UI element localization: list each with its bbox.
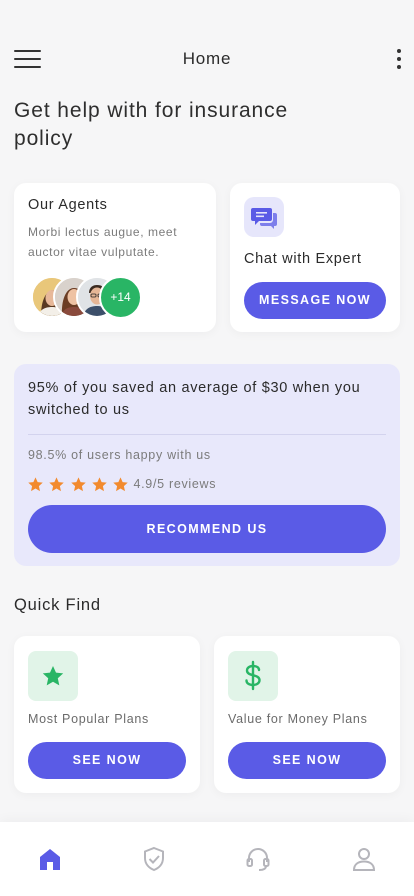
- star-icon: [28, 476, 43, 491]
- chat-bubbles-icon: [244, 197, 284, 237]
- more-vertical-icon[interactable]: [394, 47, 404, 71]
- star-icon: [49, 476, 65, 491]
- divider: [28, 434, 386, 435]
- agents-card[interactable]: Our Agents Morbi lectus augue, meet auct…: [14, 183, 216, 332]
- rating-stars: 4.9/5 reviews: [27, 475, 216, 493]
- value-plans-label: Value for Money Plans: [228, 712, 368, 726]
- bottom-navigation: [0, 822, 414, 896]
- page-headline: Get help with for insurance policy: [14, 99, 289, 150]
- shield-check-icon[interactable]: [141, 846, 167, 872]
- dollar-icon: [228, 651, 278, 701]
- value-plans-card: Value for Money Plans SEE NOW: [214, 636, 400, 793]
- popular-plans-card: Most Popular Plans SEE NOW: [14, 636, 200, 793]
- headset-icon[interactable]: [245, 846, 271, 872]
- star-icon: [70, 476, 86, 491]
- happy-users-text: 98.5% of users happy with us: [28, 448, 211, 462]
- star-icon: [113, 476, 128, 491]
- see-now-button[interactable]: SEE NOW: [28, 742, 186, 779]
- star-icon: [92, 476, 107, 491]
- savings-headline: 95% of you saved an average of $30 when …: [28, 380, 361, 418]
- agents-title: Our Agents: [28, 197, 108, 213]
- home-icon[interactable]: [37, 846, 63, 872]
- chat-expert-label: Chat with Expert: [244, 251, 362, 267]
- recommend-us-button[interactable]: RECOMMEND US: [28, 505, 386, 553]
- agents-description: Morbi lectus augue, meet auctor vitae vu…: [28, 225, 178, 259]
- star-icon: [28, 651, 78, 701]
- see-now-button[interactable]: SEE NOW: [228, 742, 386, 779]
- agent-avatars: +14: [31, 276, 161, 319]
- savings-panel: 95% of you saved an average of $30 when …: [14, 364, 400, 566]
- chat-expert-card: Chat with Expert MESSAGE NOW: [230, 183, 400, 332]
- profile-icon[interactable]: [351, 846, 377, 872]
- popular-plans-label: Most Popular Plans: [28, 712, 149, 726]
- quick-find-title: Quick Find: [14, 596, 101, 614]
- more-agents-badge[interactable]: +14: [99, 276, 142, 319]
- page-title: Home: [182, 49, 232, 68]
- home-screen: Home Get help with for insurance policy …: [0, 0, 414, 896]
- reviews-text: 4.9/5 reviews: [133, 477, 217, 491]
- top-app-bar: Home: [0, 44, 414, 72]
- message-now-button[interactable]: MESSAGE NOW: [244, 282, 386, 319]
